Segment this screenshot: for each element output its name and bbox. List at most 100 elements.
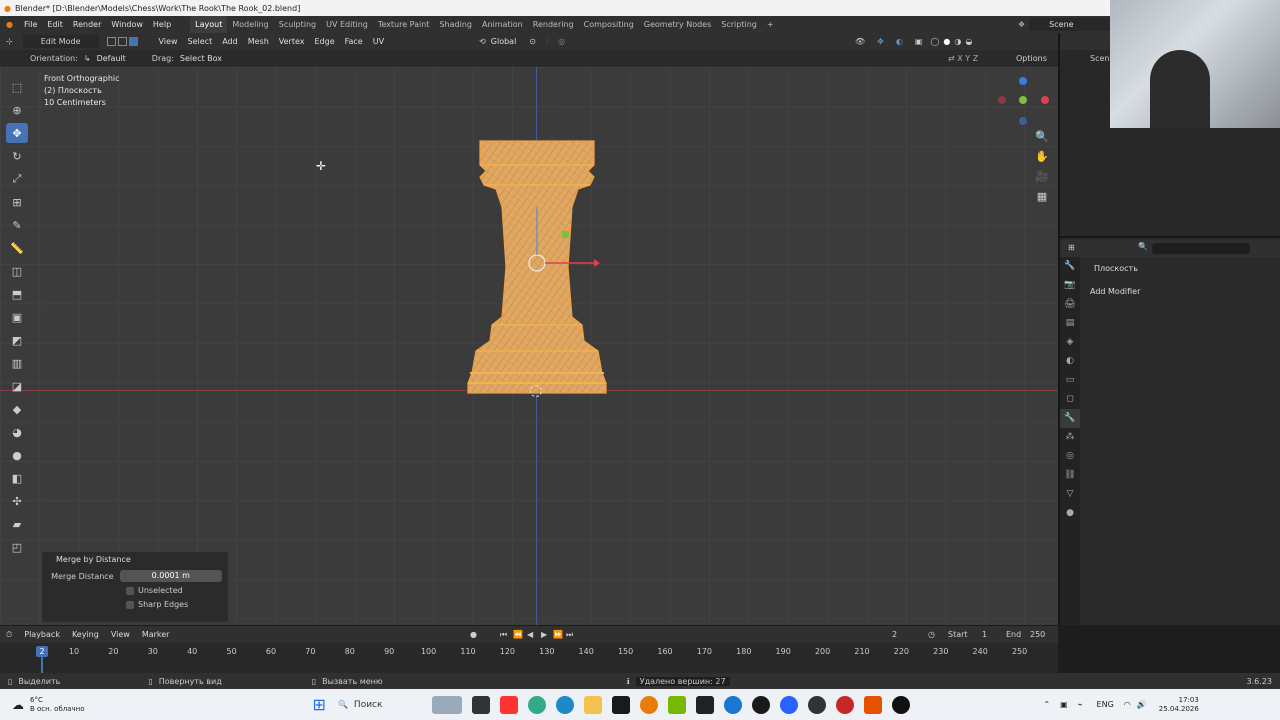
merge-by-distance-panel[interactable]: Merge by Distance Merge Distance 0.0001 … <box>42 552 228 622</box>
camera-icon[interactable]: 🎥 <box>1032 170 1052 190</box>
tab-geometry-nodes[interactable]: Geometry Nodes <box>639 16 716 33</box>
add-cube-tool-icon[interactable]: ◫ <box>6 261 28 281</box>
menu-mesh[interactable]: Mesh <box>243 33 274 50</box>
menu-add[interactable]: Add <box>217 33 243 50</box>
current-frame-field[interactable]: 2 <box>892 630 897 639</box>
menu-window[interactable]: Window <box>106 16 148 33</box>
annotate-tool-icon[interactable]: ✎ <box>6 215 28 235</box>
measure-tool-icon[interactable]: 📏 <box>6 238 28 258</box>
gizmo-toggle-icon[interactable]: ✥ <box>877 37 884 46</box>
move-tool-icon[interactable]: ✥ <box>6 123 28 143</box>
play-reverse-icon[interactable]: ◀ <box>527 630 533 639</box>
app-icon-8[interactable] <box>864 695 883 714</box>
file-explorer-icon[interactable] <box>472 695 491 714</box>
tab-animation[interactable]: Animation <box>477 16 528 33</box>
loop-cut-tool-icon[interactable]: ▥ <box>6 353 28 373</box>
windows-start-icon[interactable]: ⊞ <box>313 695 326 714</box>
gizmo-x-icon[interactable] <box>1041 96 1049 104</box>
playhead[interactable] <box>41 657 43 673</box>
tray-network-icon[interactable]: ⌁ <box>1078 700 1083 709</box>
edge-select-icon[interactable] <box>117 37 127 46</box>
unselected-checkbox-box[interactable] <box>126 586 134 595</box>
app-icon-1[interactable] <box>612 695 631 714</box>
app-icon-5[interactable] <box>780 695 799 714</box>
menu-view[interactable]: View <box>154 33 183 50</box>
menu-help[interactable]: Help <box>148 16 176 33</box>
tab-uv-editing[interactable]: UV Editing <box>321 16 373 33</box>
app-icon-6[interactable] <box>808 695 827 714</box>
pivot-icon[interactable]: ⊙ <box>529 37 536 46</box>
gizmo-z-icon[interactable] <box>1019 77 1027 85</box>
scene-name[interactable]: Scene <box>1029 18 1120 31</box>
shading-solid-icon[interactable]: ● <box>943 37 950 46</box>
app-icon-2[interactable] <box>696 695 715 714</box>
playhead-frame-label[interactable]: 2 <box>36 646 48 657</box>
shear-tool-icon[interactable]: ▰ <box>6 514 28 534</box>
pan-hand-icon[interactable]: ✋ <box>1032 150 1052 170</box>
menu-marker[interactable]: Marker <box>136 630 176 639</box>
menu-render[interactable]: Render <box>68 16 106 33</box>
tray-clock[interactable]: 17:03 25.04.2026 <box>1159 696 1199 714</box>
menu-timeline-view[interactable]: View <box>105 630 136 639</box>
edge-icon[interactable] <box>556 695 575 714</box>
operator-title[interactable]: Merge by Distance <box>48 555 222 564</box>
jump-start-icon[interactable]: ⏮ <box>500 630 507 640</box>
preview-range-icon[interactable]: ◷ <box>928 630 935 639</box>
shading-rendered-icon[interactable]: ◒ <box>965 37 972 46</box>
tray-wifi-icon[interactable]: ◠ <box>1124 700 1131 709</box>
select-mode-buttons[interactable] <box>106 37 140 46</box>
spin-tool-icon[interactable]: ◕ <box>6 422 28 442</box>
modifier-props-icon[interactable]: 🔧 <box>1060 409 1080 428</box>
yandex-browser-icon[interactable] <box>500 695 519 714</box>
add-modifier-button[interactable]: Add Modifier <box>1082 273 1280 296</box>
shading-wireframe-icon[interactable]: ◯ <box>930 37 939 46</box>
select-box-tool-icon[interactable]: ⬚ <box>6 77 28 97</box>
drag-dropdown[interactable]: Select Box <box>174 54 240 63</box>
timeline-editor-icon[interactable]: ⏱ <box>0 630 18 640</box>
app-icon-3[interactable] <box>724 695 743 714</box>
material-props-icon[interactable]: ● <box>1060 504 1080 523</box>
transform-orientation-dropdown[interactable]: Global <box>486 33 522 50</box>
shrink-fatten-tool-icon[interactable]: ✣ <box>6 491 28 511</box>
options-button[interactable]: Options <box>1016 54 1047 63</box>
jump-end-icon[interactable]: ⏭ <box>566 630 573 640</box>
end-field[interactable]: 250 <box>1030 630 1045 639</box>
vertex-select-icon[interactable] <box>106 37 116 46</box>
blender-taskbar-icon[interactable] <box>640 695 659 714</box>
nvidia-icon[interactable] <box>668 695 687 714</box>
gizmo-neg-x-icon[interactable] <box>998 96 1006 104</box>
menu-select[interactable]: Select <box>183 33 218 50</box>
tab-scripting[interactable]: Scripting <box>716 16 762 33</box>
taskbar-search-input[interactable]: Поиск <box>354 700 383 710</box>
inset-tool-icon[interactable]: ▣ <box>6 307 28 327</box>
menu-keying[interactable]: Keying <box>66 630 105 639</box>
xyz-lock-icons[interactable]: ⇄ X Y Z <box>948 54 978 63</box>
gizmo-y-icon[interactable] <box>1019 96 1027 104</box>
shading-material-icon[interactable]: ◑ <box>954 37 961 46</box>
properties-search-icon[interactable]: 🔍 <box>1138 242 1148 251</box>
menu-edge[interactable]: Edge <box>310 33 340 50</box>
sharp-edges-checkbox-box[interactable] <box>126 600 134 609</box>
record-icon[interactable]: ● <box>470 630 477 639</box>
output-props-icon[interactable]: 🖨 <box>1060 295 1080 314</box>
rook-mesh[interactable] <box>460 137 620 397</box>
view-layer-props-icon[interactable]: ▤ <box>1060 314 1080 333</box>
smooth-tool-icon[interactable]: ● <box>6 445 28 465</box>
render-props-icon[interactable]: 📷 <box>1060 276 1080 295</box>
add-workspace-button[interactable]: + <box>762 16 779 33</box>
menu-playback[interactable]: Playback <box>18 630 66 639</box>
tray-chevron-icon[interactable]: ⌃ <box>1043 700 1050 709</box>
tray-volume-icon[interactable]: 🔊 <box>1137 700 1147 709</box>
merge-distance-field[interactable]: 0.0001 m <box>119 570 222 582</box>
extrude-tool-icon[interactable]: ⬒ <box>6 284 28 304</box>
unselected-checkbox[interactable]: Unselected <box>126 586 222 595</box>
tab-shading[interactable]: Shading <box>434 16 477 33</box>
tray-language[interactable]: ENG <box>1097 700 1114 709</box>
proportional-edit-icon[interactable]: ◎ <box>558 37 565 46</box>
editor-type-icon[interactable]: ⊹ <box>0 37 19 46</box>
app-icon-9[interactable] <box>892 695 911 714</box>
menu-uv[interactable]: UV <box>368 33 389 50</box>
start-field[interactable]: 1 <box>982 630 987 639</box>
menu-vertex[interactable]: Vertex <box>274 33 310 50</box>
weather-widget[interactable]: 6°C В осн. облачно <box>30 696 85 714</box>
